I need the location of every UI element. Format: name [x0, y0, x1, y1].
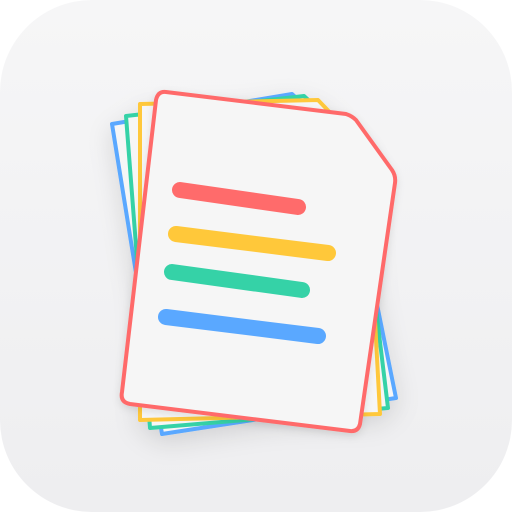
front-sheet-group — [119, 89, 398, 434]
front-sheet — [119, 89, 398, 434]
documents-stack-icon — [0, 0, 512, 512]
icon-canvas — [0, 0, 512, 512]
